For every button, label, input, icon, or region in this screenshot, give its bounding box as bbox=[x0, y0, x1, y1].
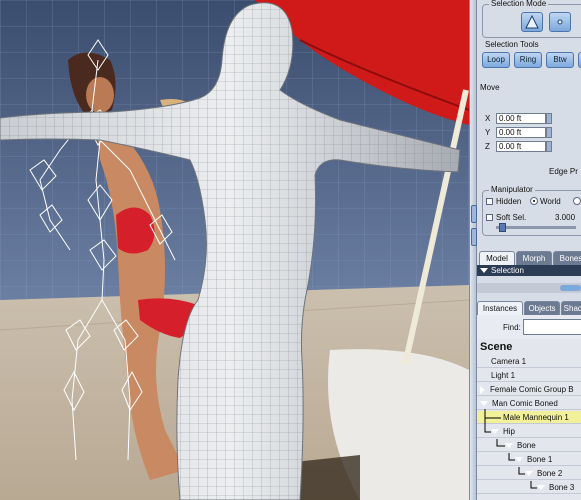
z-label: Z bbox=[485, 142, 490, 151]
y-label: Y bbox=[485, 128, 491, 137]
between-button[interactable]: Btw bbox=[546, 52, 574, 68]
y-field[interactable]: 0.00 ft bbox=[496, 127, 546, 138]
3d-viewport[interactable] bbox=[0, 0, 469, 500]
z-spinner[interactable] bbox=[546, 141, 552, 152]
world-label: World bbox=[540, 197, 561, 206]
move-title: Move bbox=[480, 83, 500, 92]
local-radio[interactable] bbox=[573, 197, 581, 205]
find-label: Find: bbox=[503, 323, 521, 332]
hidden-checkbox[interactable] bbox=[486, 198, 493, 205]
vertex-mode-button[interactable] bbox=[521, 12, 543, 32]
tool-panel: Selection Mode Selection Tools Loop Ring… bbox=[477, 0, 581, 500]
tree-connectors bbox=[484, 409, 537, 489]
chevron-down-icon bbox=[480, 268, 488, 274]
soft-sel-value: 3.000 bbox=[555, 213, 576, 222]
soft-sel-slider-track[interactable] bbox=[496, 226, 576, 229]
scene-tree: Scene Camera 1 Light 1 Female Comic Grou… bbox=[477, 339, 581, 500]
ring-button[interactable]: Ring bbox=[514, 52, 542, 68]
triangle-select-icon bbox=[525, 14, 539, 29]
point-mode-button[interactable] bbox=[549, 12, 571, 32]
selection-bar-label: Selection bbox=[491, 266, 524, 275]
selection-tools-label: Selection Tools bbox=[485, 40, 539, 49]
tab-objects[interactable]: Objects bbox=[524, 301, 560, 315]
x-spinner[interactable] bbox=[546, 113, 552, 124]
tab-bones[interactable]: Bones bbox=[553, 251, 581, 265]
scroll-thumb[interactable] bbox=[560, 285, 581, 291]
tab-shaders[interactable]: Shad bbox=[561, 301, 581, 315]
tab-morph[interactable]: Morph bbox=[516, 251, 552, 265]
manipulator-title: Manipulator bbox=[489, 185, 535, 194]
selection-bar[interactable]: Selection bbox=[477, 265, 581, 276]
find-input[interactable] bbox=[523, 319, 581, 335]
dot-select-icon bbox=[557, 19, 563, 25]
soft-sel-label: Soft Sel. bbox=[496, 213, 527, 222]
x-field[interactable]: 0.00 ft bbox=[496, 113, 546, 124]
y-spinner[interactable] bbox=[546, 127, 552, 138]
tab-model[interactable]: Model bbox=[479, 251, 515, 265]
soft-sel-checkbox[interactable] bbox=[486, 214, 493, 221]
hidden-label: Hidden bbox=[496, 197, 522, 206]
scene-render[interactable] bbox=[0, 0, 469, 500]
soft-sel-slider-handle[interactable] bbox=[499, 223, 506, 232]
x-label: X bbox=[485, 114, 491, 123]
edge-label: Edge Pr bbox=[549, 167, 578, 176]
z-field[interactable]: 0.00 ft bbox=[496, 141, 546, 152]
panel-splitter[interactable] bbox=[469, 0, 477, 500]
loop-button[interactable]: Loop bbox=[482, 52, 510, 68]
world-radio[interactable] bbox=[530, 197, 538, 205]
selection-mode-title: Selection Mode bbox=[489, 0, 549, 8]
find-row: Find: bbox=[477, 315, 581, 339]
tab-instances[interactable]: Instances bbox=[477, 301, 523, 315]
